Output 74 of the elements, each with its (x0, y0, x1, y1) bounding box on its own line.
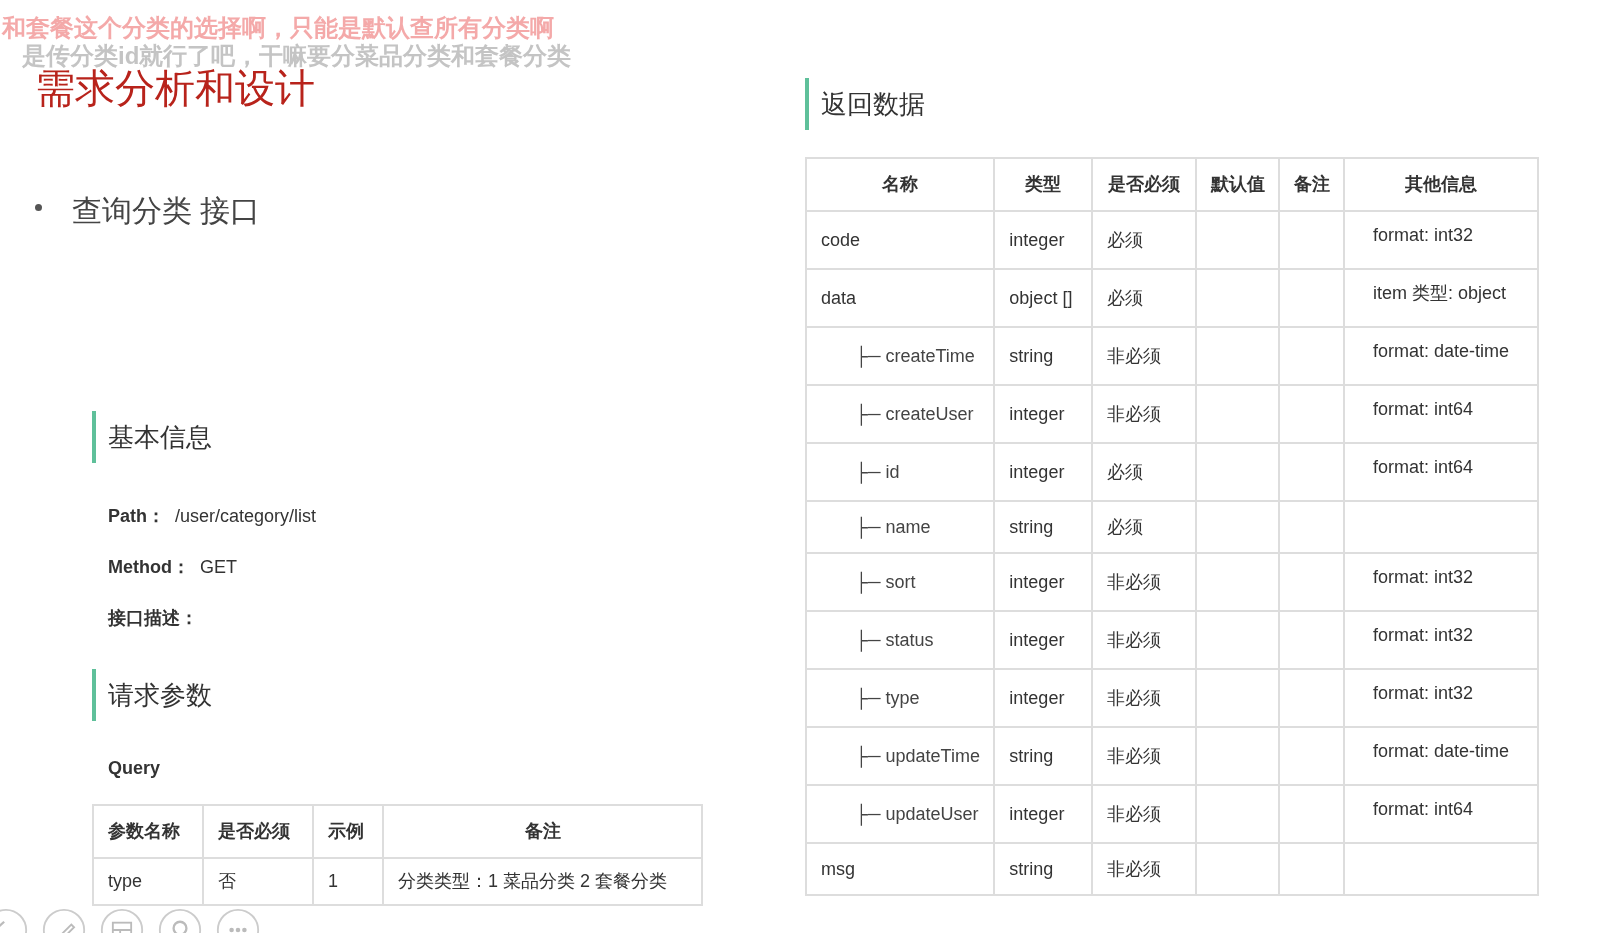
table-cell: format: int32 (1372, 683, 1473, 703)
field-label: Method： (108, 555, 190, 579)
bullet-icon (35, 204, 42, 211)
table-cell: string (1009, 745, 1054, 766)
section-heading: 返回数据 (805, 78, 1602, 130)
table-cell: 否 (203, 858, 313, 905)
table-cell: 必须 (1107, 516, 1144, 537)
table-cell: 非必须 (1107, 571, 1162, 592)
table-cell: integer (1009, 461, 1065, 482)
column-header: 示例 (313, 805, 383, 858)
section-heading: 请求参数 (92, 669, 790, 721)
column-header: 默认值 (1196, 158, 1280, 211)
field-label: Path： (108, 504, 165, 528)
table-cell: format: date-time (1372, 741, 1509, 761)
table-cell: 非必须 (1107, 629, 1162, 650)
table-cell: string (1009, 858, 1054, 879)
table-cell: object [] (1009, 287, 1073, 308)
table-cell: string (1009, 345, 1054, 366)
table-cell: msg (821, 858, 855, 879)
table-cell: format: int64 (1372, 799, 1473, 819)
table-cell: string (1009, 516, 1054, 537)
column-header: 其他信息 (1343, 158, 1538, 211)
table-cell: ├─ sort (855, 571, 916, 592)
table-cell: 必须 (1107, 287, 1144, 308)
column-header: 名称 (806, 158, 995, 211)
column-header: 是否必须 (1092, 158, 1197, 211)
column-header: 备注 (1279, 158, 1344, 211)
comment-overlay: 是传分类id就行了吧，干嘛要分菜品分类和套餐分类 (21, 42, 572, 69)
table-cell: 非必须 (1107, 745, 1162, 766)
table-cell: 非必须 (1107, 858, 1162, 879)
table-cell: type (93, 858, 203, 905)
table-cell: integer (1009, 629, 1065, 650)
table-cell: ├─ id (855, 461, 900, 482)
table-cell: 非必须 (1107, 687, 1162, 708)
table-cell: integer (1009, 687, 1065, 708)
table-subheading: Query (107, 757, 162, 780)
table-cell: 必须 (1107, 229, 1144, 250)
column-header: 备注 (383, 805, 702, 858)
table-cell: ├─ createTime (855, 345, 975, 366)
column-header: 是否必须 (203, 805, 313, 858)
table-cell: 非必须 (1107, 403, 1162, 424)
table-cell: 非必须 (1107, 803, 1162, 824)
table-cell: 1 (313, 858, 383, 905)
field-label: 接口描述： (108, 606, 198, 630)
table-cell: ├─ updateUser (855, 803, 979, 824)
column-header: 参数名称 (93, 805, 203, 858)
table-cell: 非必须 (1107, 345, 1162, 366)
slide-title: 需求分析和设计 (35, 66, 315, 112)
table-cell: integer (1009, 229, 1065, 250)
table-cell: integer (1009, 803, 1065, 824)
table-cell: ├─ createUser (855, 403, 974, 424)
table-cell: integer (1009, 571, 1065, 592)
table-cell: format: int64 (1372, 399, 1473, 419)
table-cell: data (821, 287, 857, 308)
table-cell: integer (1009, 403, 1065, 424)
table-cell: ├─ updateTime (855, 745, 980, 766)
bullet-text: 查询分类 接口 (72, 193, 261, 229)
table-cell: format: int32 (1372, 225, 1473, 245)
table-cell: 分类类型：1 菜品分类 2 套餐分类 (383, 858, 702, 905)
table-cell: format: int32 (1372, 625, 1473, 645)
column-header: 类型 (994, 158, 1093, 211)
table-cell: code (821, 229, 861, 250)
table-cell: ├─ type (855, 687, 920, 708)
table-cell: item 类型: object (1372, 283, 1506, 303)
table-cell: format: date-time (1372, 341, 1509, 361)
table-cell: ├─ status (855, 629, 934, 650)
table-cell: ├─ name (855, 516, 931, 537)
table-cell: format: int32 (1372, 567, 1473, 587)
table-cell: 必须 (1107, 461, 1144, 482)
table-cell: format: int64 (1372, 457, 1473, 477)
field-value: GET (200, 555, 237, 579)
comment-overlay: 和套餐这个分类的选择啊，只能是默认查所有分类啊 (0, 14, 555, 42)
section-heading: 基本信息 (92, 411, 790, 463)
field-value: /user/category/list (175, 504, 317, 528)
